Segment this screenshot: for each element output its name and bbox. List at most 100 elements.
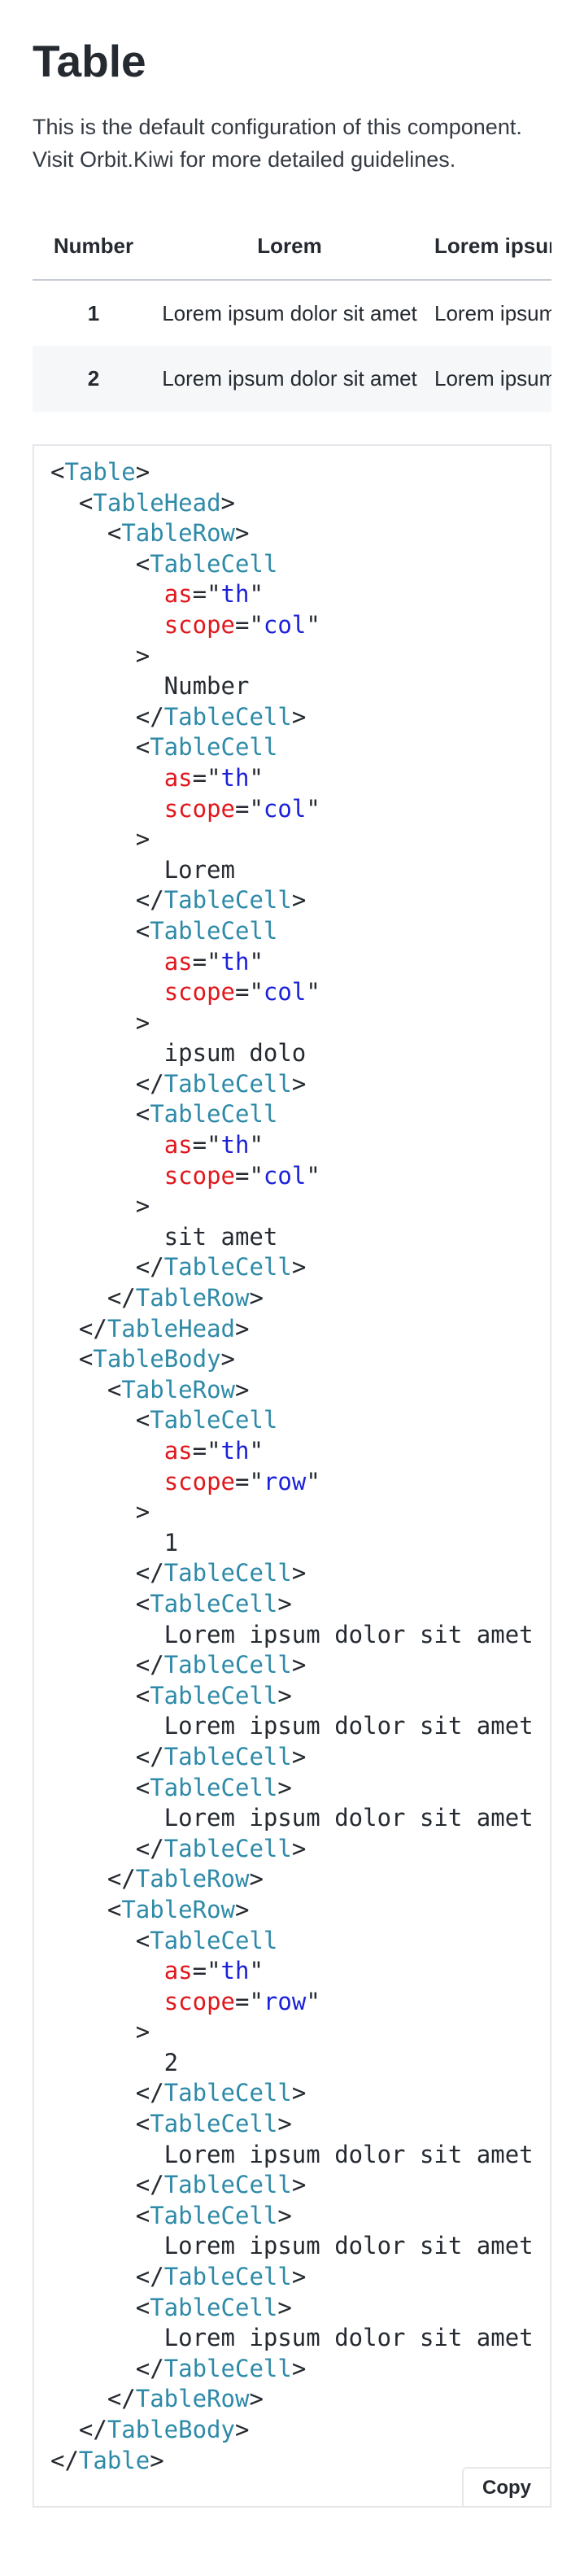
code-line: Lorem ipsum dolor sit amet <box>50 1620 550 1651</box>
code-text: > <box>291 1253 307 1281</box>
code-text: > <box>277 1589 292 1618</box>
code-line: > <box>50 2017 550 2048</box>
code-text: </ <box>50 2263 164 2291</box>
code-tag-name: TableCell <box>163 2263 292 2291</box>
header-cell-ipsum: Lorem ipsum dolo <box>434 234 551 258</box>
code-line: <TableCell <box>50 549 550 580</box>
table-preview: Number Lorem Lorem ipsum dolo 1 Lorem ip… <box>33 213 551 412</box>
code-text: 2 <box>50 2048 179 2076</box>
code-line: as="th" <box>50 1130 550 1161</box>
code-text: =" <box>235 794 264 823</box>
code-text: > <box>277 1681 292 1709</box>
header-cell-number: Number <box>53 234 134 258</box>
code-text: </ <box>50 1865 136 1893</box>
code-text: < <box>50 1895 122 1923</box>
table-header-row: Number Lorem Lorem ipsum dolo <box>33 213 551 280</box>
code-text: " <box>249 1957 264 1985</box>
code-text: > <box>291 2079 307 2107</box>
code-line: scope="row" <box>50 1467 550 1498</box>
code-text: </ <box>50 886 164 915</box>
code-text: > <box>277 1773 292 1801</box>
code-text: < <box>50 1345 94 1373</box>
code-text: > <box>249 2385 264 2413</box>
row-header-cell: 2 <box>87 366 100 391</box>
code-line: </TableCell> <box>50 1742 550 1773</box>
page-title: Table <box>33 36 146 86</box>
code-text: > <box>50 1008 150 1037</box>
code-tag-name: TableCell <box>150 733 278 762</box>
code-text: =" <box>235 978 264 1006</box>
code-text: =" <box>192 1131 221 1159</box>
code-attribute: scope <box>163 1161 235 1190</box>
code-line: <TableCell> <box>50 2109 550 2140</box>
code-line: > <box>50 1497 550 1528</box>
copy-button[interactable]: Copy <box>462 2467 550 2506</box>
code-text: > <box>50 2018 150 2046</box>
code-text: =" <box>235 610 264 639</box>
code-line: Lorem ipsum dolor sit amet <box>50 1803 550 1834</box>
code-tag-name: TableCell <box>163 886 292 915</box>
code-text: Lorem ipsum dolor sit amet <box>50 1712 534 1740</box>
code-line: scope="col" <box>50 794 550 825</box>
code-tag-name: TableCell <box>163 1742 292 1770</box>
code-text: </ <box>50 1314 107 1343</box>
code-attribute-value: col <box>263 610 307 639</box>
code-line: <TableCell> <box>50 1681 550 1712</box>
code-text: > <box>291 2171 307 2199</box>
code-tag-name: TableCell <box>150 549 278 578</box>
code-attribute-value: th <box>220 1131 250 1159</box>
code-text: > <box>291 1651 307 1679</box>
code-line: sit amet <box>50 1222 550 1253</box>
code-tag-name: TableCell <box>163 1253 292 1281</box>
code-attribute: scope <box>163 610 235 639</box>
code-line: > <box>50 641 550 672</box>
code-attribute-value: row <box>263 1987 307 2015</box>
code-attribute: as <box>163 1131 193 1159</box>
code-line: </TableCell> <box>50 702 550 733</box>
code-text: < <box>50 2110 150 2138</box>
code-tag-name: TableCell <box>150 1589 278 1618</box>
code-line: <TableCell <box>50 916 550 947</box>
code-text: </ <box>50 2416 107 2443</box>
table-cell: Lorem ipsum dolor sit amet <box>434 366 551 391</box>
code-tag-name: TableCell <box>150 1773 278 1801</box>
code-tag-name: TableHead <box>107 1314 235 1343</box>
code-text: " <box>249 763 264 792</box>
code-tag-name: TableCell <box>150 1681 278 1709</box>
code-line: </TableCell> <box>50 2354 550 2385</box>
code-line: Lorem ipsum dolor sit amet <box>50 1711 550 1742</box>
code-tag-name: TableRow <box>121 1375 235 1404</box>
code-text: > <box>234 1314 250 1343</box>
code-text: =" <box>235 1161 264 1190</box>
code-text: =" <box>192 763 221 792</box>
code-text: </ <box>50 2446 79 2474</box>
code-line: scope="row" <box>50 1987 550 2018</box>
code-text: < <box>50 1406 150 1434</box>
code-text: Lorem <box>50 855 235 884</box>
page-description: This is the default configuration of thi… <box>33 111 551 176</box>
code-line: <TableRow> <box>50 1375 550 1406</box>
description-line: Visit Orbit.Kiwi for more detailed guide… <box>33 147 456 172</box>
code-text: < <box>50 1926 150 1954</box>
code-example: <Table> <TableHead> <TableRow> <TableCel… <box>33 444 551 2508</box>
code-text: " <box>306 1161 320 1190</box>
code-text: </ <box>50 1284 136 1312</box>
code-text: < <box>50 2293 150 2321</box>
code-attribute-value: col <box>263 794 307 823</box>
code-text: > <box>291 1559 307 1587</box>
code-attribute-value: row <box>263 1467 307 1495</box>
code-text: > <box>150 2446 164 2474</box>
code-tag-name: TableCell <box>163 1651 292 1679</box>
code-line: </TableCell> <box>50 1558 550 1589</box>
code-text: > <box>220 488 235 517</box>
code-text: </ <box>50 2354 164 2382</box>
code-line: </TableRow> <box>50 1283 550 1314</box>
code-tag-name: TableCell <box>163 2079 292 2107</box>
code-line: </TableCell> <box>50 885 550 916</box>
code-text: > <box>291 2263 307 2291</box>
code-attribute-value: th <box>220 1437 250 1465</box>
